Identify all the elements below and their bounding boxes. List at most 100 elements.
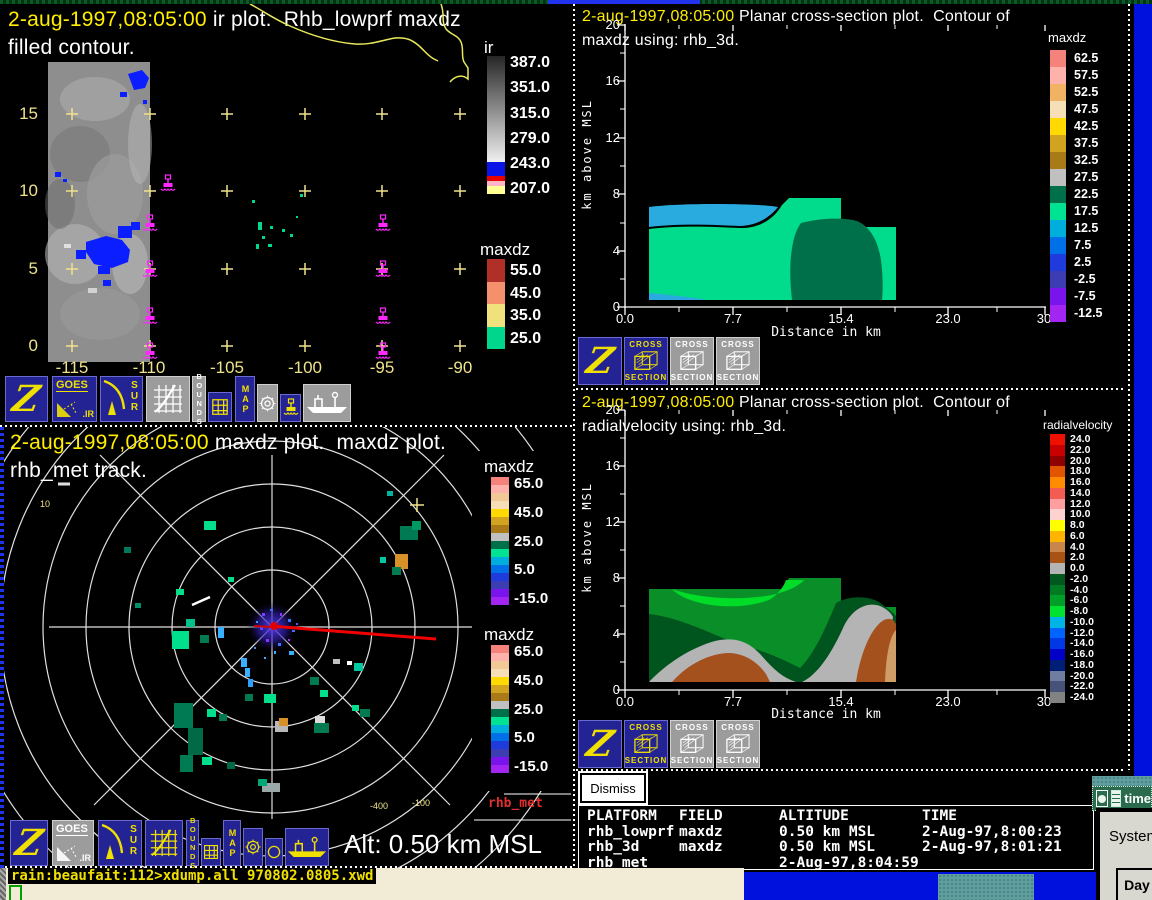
colorbar-value: 6.0 bbox=[1065, 531, 1085, 542]
panel-divider bbox=[573, 4, 575, 868]
circle-button[interactable] bbox=[265, 838, 283, 866]
altitude-label: Alt: 0.50 km MSL bbox=[344, 829, 542, 860]
colorbar-swatch bbox=[491, 541, 509, 549]
panel-xsec-radialvelocity: 2-aug-1997,08:05:00 Planar cross-section… bbox=[576, 390, 1126, 769]
cross-section-button[interactable]: CROSS SECTION bbox=[670, 337, 714, 385]
cross-label: CROSS bbox=[721, 723, 754, 732]
goes-label: GOES bbox=[56, 823, 88, 836]
ir-colorbar-title: ir bbox=[484, 38, 493, 58]
colorbar-value: -18.0 bbox=[1065, 660, 1094, 671]
zebra-logo-button[interactable]: Z bbox=[5, 376, 48, 422]
zebra-logo-button[interactable]: Z bbox=[578, 337, 622, 385]
ppi-colorbar-1 bbox=[491, 477, 509, 605]
colorbar-swatch bbox=[1050, 542, 1065, 553]
colorbar-swatch bbox=[491, 573, 509, 581]
zeb-display-root: 2-aug-1997,08:05:00 ir plot. Rhb_lowprf … bbox=[0, 0, 1152, 900]
bounds-label: BOUNDS bbox=[195, 372, 203, 426]
day-button[interactable]: Day bbox=[1116, 868, 1152, 900]
xsec-radial-canvas[interactable] bbox=[576, 390, 1048, 720]
terminal-cursor bbox=[9, 885, 22, 900]
colorbar-entry: 52.5 bbox=[1050, 84, 1103, 101]
ship-button[interactable] bbox=[303, 384, 351, 422]
buoy-button[interactable] bbox=[280, 394, 301, 422]
document-icon bbox=[1111, 790, 1121, 807]
cross-section-button[interactable]: CROSS SECTION bbox=[716, 720, 760, 768]
table-row: rhb_3dmaxdz0.50 km MSL2-Aug-97,8:01:21 bbox=[587, 840, 1093, 856]
zebra-logo-button[interactable]: Z bbox=[578, 720, 622, 768]
window-menu-button[interactable] bbox=[1096, 790, 1108, 807]
table-row: rhb_lowprfmaxdz0.50 km MSL2-Aug-97,8:00:… bbox=[587, 825, 1093, 841]
colorbar-entry: 7.5 bbox=[1050, 237, 1103, 254]
small-grid-button[interactable] bbox=[208, 392, 232, 422]
colorbar-swatch bbox=[491, 765, 509, 773]
goes-ir-label: .IR bbox=[79, 853, 91, 863]
goes-label: GOES bbox=[56, 379, 88, 392]
panel-ppi-plot: 10 -400 -100 2-aug-1997,08:05:00 maxdz p… bbox=[4, 427, 573, 868]
surface-radar-button[interactable]: SUR bbox=[100, 376, 143, 422]
colorbar-swatch bbox=[1050, 67, 1066, 84]
colorbar-swatch bbox=[491, 677, 509, 685]
bounds-button[interactable]: BOUNDS bbox=[192, 376, 206, 422]
panel-border-left bbox=[0, 427, 4, 868]
cross-section-button-active[interactable]: CROSS SECTION bbox=[624, 720, 668, 768]
colorbar-entry: -10.0 bbox=[1050, 617, 1094, 628]
map-grid-button[interactable] bbox=[145, 820, 183, 866]
maxdz-colorbar-title: maxdz bbox=[480, 240, 530, 260]
dismiss-button[interactable]: Dismiss bbox=[580, 773, 646, 803]
table-header-cell: PLATFORM bbox=[587, 809, 679, 825]
colorbar-value: 52.5 bbox=[1066, 84, 1098, 101]
colorbar-swatch bbox=[491, 749, 509, 757]
colorbar-value: 45.0 bbox=[514, 499, 548, 528]
colorbar-entry: 6.0 bbox=[1050, 531, 1094, 542]
colorbar-entry: -12.5 bbox=[1050, 305, 1103, 322]
colorbar-swatch bbox=[491, 701, 509, 709]
coastline bbox=[250, 4, 468, 82]
terminal-window[interactable]: rain:beaufait:112>xdump.all 970802.0805.… bbox=[6, 868, 744, 900]
colorbar-swatch bbox=[1050, 681, 1065, 692]
zebra-logo-icon: Z bbox=[583, 723, 617, 765]
ir-map-canvas[interactable] bbox=[0, 4, 470, 384]
bounds-button[interactable]: BOUNDS bbox=[186, 820, 199, 866]
zebra-logo-icon: Z bbox=[12, 822, 46, 864]
colorbar-swatch bbox=[491, 549, 509, 557]
small-grid-icon bbox=[211, 398, 229, 416]
cross-section-button-active[interactable]: CROSS SECTION bbox=[624, 337, 668, 385]
colorbar-swatch bbox=[487, 282, 505, 305]
surface-radar-button[interactable]: SUR bbox=[98, 820, 142, 866]
goes-ir-button[interactable]: GOES .IR bbox=[52, 820, 94, 866]
gear-button[interactable] bbox=[243, 828, 263, 866]
gear-button[interactable] bbox=[257, 384, 278, 422]
cube-icon bbox=[678, 732, 706, 756]
map-button[interactable]: MAP bbox=[223, 820, 241, 866]
cross-section-button[interactable]: CROSS SECTION bbox=[716, 337, 760, 385]
ship-button[interactable] bbox=[285, 828, 329, 866]
ir-colorbar-blue bbox=[487, 162, 505, 176]
cross-section-button[interactable]: CROSS SECTION bbox=[670, 720, 714, 768]
table-header-row: PLATFORMFIELDALTITUDETIME bbox=[587, 809, 1093, 825]
zebra-logo-button[interactable]: Z bbox=[10, 820, 48, 866]
colorbar-value: 17.5 bbox=[1066, 203, 1098, 220]
colorbar-value: 25.0 bbox=[510, 328, 541, 351]
colorbar-swatch bbox=[1050, 563, 1065, 574]
colorbar-value: -24.0 bbox=[1065, 692, 1094, 703]
colorbar-swatch bbox=[1050, 649, 1065, 660]
colorbar-value: -2.0 bbox=[1065, 574, 1088, 585]
right-window-border bbox=[1134, 4, 1152, 786]
map-grid-button[interactable] bbox=[146, 376, 190, 422]
colorbar-swatch bbox=[1050, 606, 1065, 617]
colorbar-value: 351.0 bbox=[510, 75, 550, 100]
time-cell bbox=[922, 856, 1093, 872]
colorbar-value: 62.5 bbox=[1066, 50, 1098, 67]
colorbar-entry: 57.5 bbox=[1050, 67, 1103, 84]
colorbar-swatch bbox=[1050, 84, 1066, 101]
satellite-dish-icon bbox=[55, 397, 81, 419]
xsec-maxdz-canvas[interactable] bbox=[576, 4, 1048, 334]
altitude-cell: 2-Aug-97,8:04:59 bbox=[779, 856, 922, 872]
small-grid-button[interactable] bbox=[201, 838, 221, 866]
terminal-prompt-line: rain:beaufait:112>xdump.all 970802.0805.… bbox=[8, 868, 376, 884]
colorbar-swatch bbox=[1050, 692, 1065, 703]
map-button[interactable]: MAP bbox=[235, 376, 255, 422]
colorbar-value: 57.5 bbox=[1066, 67, 1098, 84]
goes-ir-button[interactable]: GOES .IR bbox=[52, 376, 97, 422]
bounds-label: BOUNDS bbox=[189, 816, 197, 870]
